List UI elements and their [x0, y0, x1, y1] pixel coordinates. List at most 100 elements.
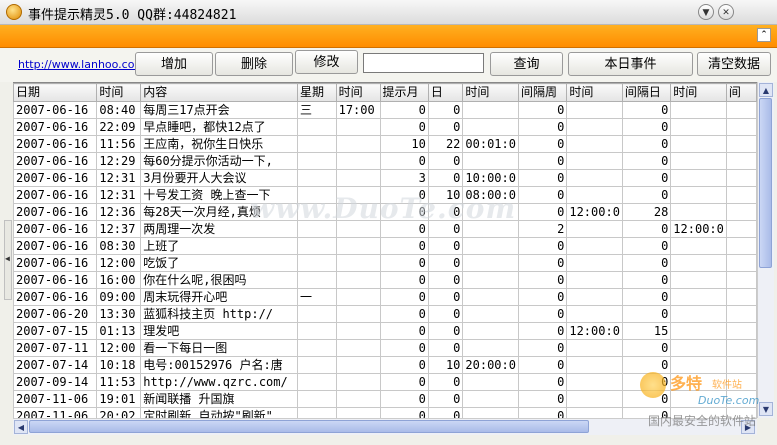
close-button[interactable]: ✕ [718, 4, 734, 20]
table-row[interactable]: 2007-06-16 12:31 3月份要开人大会议 3 0 10:00:0 0 0 [13, 169, 757, 187]
collapse-icon[interactable]: ⌃ [757, 28, 771, 42]
table-cell: 0 [621, 271, 672, 289]
table-cell: 09:00 [96, 288, 142, 306]
column-header[interactable]: 时间 [670, 83, 727, 102]
table-row[interactable]: 2007-07-11 12:00 看一下每日一图 0 0 0 0 [13, 339, 757, 357]
column-header[interactable]: 日 [427, 83, 464, 102]
vertical-scroll-thumb[interactable] [759, 98, 772, 268]
table-cell: 13:30 [96, 305, 142, 323]
table-cell [462, 373, 519, 391]
table-cell: 0 [517, 339, 568, 357]
column-header[interactable]: 星期 [296, 83, 337, 102]
table-row[interactable]: 2007-06-16 22:09 早点睡吧，都快12点了 0 0 0 0 [13, 118, 757, 136]
table-cell [296, 237, 337, 255]
vertical-scrollbar[interactable]: ▲ ▼ [757, 82, 774, 418]
table-row[interactable]: 2007-11-06 19:01 新闻联播 升国旗 0 0 0 0 [13, 390, 757, 408]
column-header[interactable]: 时间 [335, 83, 381, 102]
status-strip [0, 436, 777, 445]
clear-data-button[interactable]: 清空数据 [697, 52, 771, 76]
horizontal-scroll-thumb[interactable] [29, 420, 589, 433]
table-row[interactable]: 2007-06-16 16:00 你在什么呢,很困吗 0 0 0 0 [13, 271, 757, 289]
delete-button[interactable]: 删除 [215, 52, 293, 76]
table-cell: 0 [379, 271, 429, 289]
table-cell: 0 [427, 305, 464, 323]
table-cell: 2007-07-11 [13, 339, 98, 357]
table-row[interactable]: 2007-06-16 12:36 每28天一次月经,真烦 0 0 0 12:00:0 28 [13, 203, 757, 221]
table-row[interactable]: 2007-06-16 12:29 每60分提示你活动一下, 0 0 0 0 [13, 152, 757, 170]
column-header[interactable]: 时间 [462, 83, 519, 102]
today-events-button[interactable]: 本日事件 [568, 52, 693, 76]
table-cell: 0 [517, 322, 568, 340]
table-cell: 12:29 [96, 152, 142, 170]
table-cell: http://www.qzrc.com/ [140, 373, 298, 391]
table-cell: 0 [621, 237, 672, 255]
table-cell: 0 [427, 237, 464, 255]
table-cell [725, 135, 757, 153]
table-row[interactable]: 2007-06-16 12:00 吃饭了 0 0 0 0 [13, 254, 757, 272]
table-cell: 19:01 [96, 390, 142, 408]
column-header[interactable]: 时间 [566, 83, 623, 102]
homepage-link[interactable]: http://www.lanhoo.com/ [18, 58, 136, 71]
column-header[interactable]: 提示月 [379, 83, 429, 102]
table-row[interactable]: 2007-07-14 10:18 电号:00152976 户名:唐 0 10 20:00:… [13, 356, 757, 374]
column-header[interactable]: 时间 [96, 83, 142, 102]
table-row[interactable]: 2007-06-20 13:30 蓝狐科技主页 http://0 0 0 0 [13, 305, 757, 323]
table-cell: 12:00:0 [670, 220, 727, 238]
column-header[interactable]: 间 [725, 83, 757, 102]
table-cell: 22:09 [96, 118, 142, 136]
table-cell: 2007-09-14 [13, 373, 98, 391]
edit-button[interactable]: 修改 [295, 50, 358, 74]
search-input[interactable] [363, 53, 484, 73]
table-cell [335, 186, 381, 204]
horizontal-scrollbar[interactable]: ◀ ▶ [13, 418, 757, 435]
table-cell: 每28天一次月经,真烦 [140, 203, 298, 221]
table-cell [296, 305, 337, 323]
add-button[interactable]: 增加 [135, 52, 213, 76]
table-cell [566, 288, 623, 306]
table-cell [670, 203, 727, 221]
table-cell: 12:00 [96, 254, 142, 272]
scroll-down-icon[interactable]: ▼ [759, 402, 773, 416]
table-cell [335, 305, 381, 323]
table-cell [296, 271, 337, 289]
table-row[interactable]: 2007-06-16 08:40 每周三17点开会三 17:00 0 0 0 0 [13, 101, 757, 119]
table-cell [335, 271, 381, 289]
scroll-right-icon[interactable]: ▶ [741, 420, 755, 434]
table-cell: 28 [621, 203, 672, 221]
table-cell: 12:36 [96, 203, 142, 221]
table-row[interactable]: 2007-06-16 09:00 周末玩得开心吧一 0 0 0 0 [13, 288, 757, 306]
table-row[interactable]: 2007-06-16 08:30 上班了 0 0 0 0 [13, 237, 757, 255]
table-cell: 0 [427, 288, 464, 306]
table-cell: 0 [427, 254, 464, 272]
table-header: 日期 时间 内容 星期 时间 提示月日时间 间隔周 时间 间隔日 时间间 [13, 83, 757, 102]
column-header[interactable]: 内容 [140, 83, 298, 102]
table-cell: 0 [621, 220, 672, 238]
table-cell: 0 [621, 288, 672, 306]
minimize-button[interactable]: ▼ [698, 4, 714, 20]
table-cell: 0 [621, 118, 672, 136]
table-row[interactable]: 2007-09-14 11:53 http://www.qzrc.com/0 0 0 0 [13, 373, 757, 391]
column-header[interactable]: 日期 [13, 83, 98, 102]
table-cell [725, 322, 757, 340]
app-icon [6, 4, 22, 20]
table-cell: 0 [517, 305, 568, 323]
table-cell: 2007-07-15 [13, 322, 98, 340]
table-cell [670, 322, 727, 340]
table-row[interactable]: 2007-06-16 11:56 王应南，祝你生日快乐 10 22 00:01:0 0 0 [13, 135, 757, 153]
table-cell: 2007-06-16 [13, 186, 98, 204]
query-button[interactable]: 查询 [490, 52, 563, 76]
table-cell [670, 118, 727, 136]
table-row[interactable]: 2007-07-15 01:13 理发吧 0 0 0 12:00:0 15 [13, 322, 757, 340]
table-cell: 11:53 [96, 373, 142, 391]
scroll-left-icon[interactable]: ◀ [14, 420, 28, 434]
table-cell: 0 [379, 237, 429, 255]
table-row[interactable]: 2007-06-16 12:37 两周理一次发 0 0 2 0 12:00:0 [13, 220, 757, 238]
table-cell: 2007-06-16 [13, 237, 98, 255]
table-cell [335, 152, 381, 170]
column-header[interactable]: 间隔日 [621, 83, 672, 102]
column-header[interactable]: 间隔周 [517, 83, 568, 102]
table-cell [725, 203, 757, 221]
table-row[interactable]: 2007-06-16 12:31 十号发工资 晚上查一下 0 10 08:00:0 0 0 [13, 186, 757, 204]
table-cell: 0 [379, 322, 429, 340]
scroll-up-icon[interactable]: ▲ [759, 83, 773, 97]
